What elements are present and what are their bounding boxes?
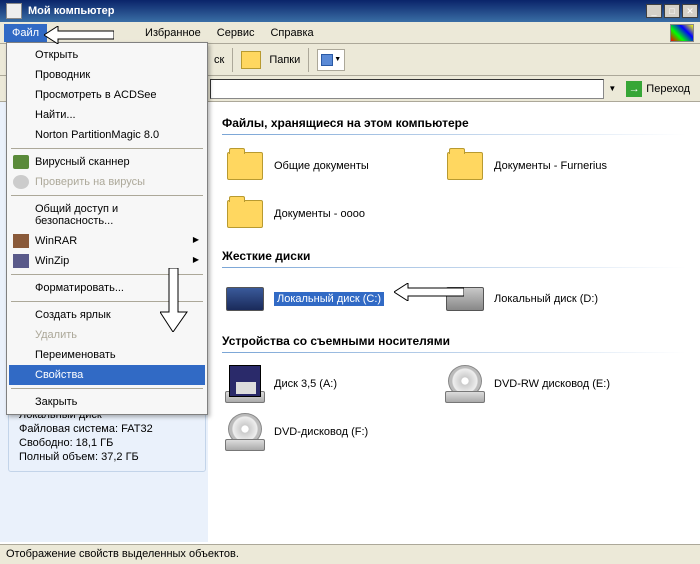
views-icon [321,54,333,66]
menu-rename[interactable]: Переименовать [9,345,205,365]
menu-virus-scanner[interactable]: Вирусный сканнер [9,152,205,172]
menu-find[interactable]: Найти... [9,105,205,125]
menu-sharing[interactable]: Общий доступ и безопасность... [9,199,205,231]
menu-create-shortcut[interactable]: Создать ярлык [9,305,205,325]
hdd-icon [446,287,484,311]
menu-winzip[interactable]: WinZip [9,251,205,271]
menu-help[interactable]: Справка [262,24,321,42]
shield-icon [13,155,29,169]
toolbar-folders[interactable]: Папки [269,54,300,66]
menu-separator [11,195,203,196]
item-documents-furnerius[interactable]: Документы - Furnerius [442,145,652,187]
menu-close[interactable]: Закрыть [9,392,205,412]
menu-properties[interactable]: Свойства [9,365,205,385]
menu-separator [11,274,203,275]
details-filesystem: Файловая система: FAT32 [19,423,195,435]
group-header-hdd: Жесткие диски [222,249,686,263]
menu-explorer[interactable]: Проводник [9,65,205,85]
hdd-icon [226,287,264,311]
toolbar-separator [232,48,233,72]
menu-delete: Удалить [9,325,205,345]
address-input[interactable] [210,79,604,99]
toolbar-search-partial[interactable]: ск [214,54,224,66]
title-bar: Мой компьютер _ □ ✕ [0,0,700,22]
folder-icon [227,200,263,228]
item-label: Документы - oooo [274,208,365,220]
menu-norton-pm[interactable]: Norton PartitionMagic 8.0 [9,125,205,145]
window-title: Мой компьютер [26,5,646,17]
menu-winrar[interactable]: WinRAR [9,231,205,251]
folder-icon [227,152,263,180]
chevron-down-icon: ▼ [334,56,341,63]
menu-acdsee[interactable]: Просмотреть в ACDSee [9,85,205,105]
details-total-size: Полный объем: 37,2 ГБ [19,451,195,463]
minimize-button[interactable]: _ [646,4,662,18]
item-documents-oooo[interactable]: Документы - oooo [222,193,432,235]
group-header-removable: Устройства со съемными носителями [222,334,686,348]
windows-logo-icon [670,24,694,42]
item-label: Документы - Furnerius [494,160,607,172]
status-text: Отображение свойств выделенных объектов. [6,548,239,560]
address-dropdown-icon[interactable]: ▼ [608,84,616,93]
toolbar-separator [308,48,309,72]
floppy-icon [229,365,261,397]
go-button[interactable]: → Переход [620,79,696,99]
item-label: DVD-RW дисковод (E:) [494,378,610,390]
item-local-disk-d[interactable]: Локальный диск (D:) [442,278,652,320]
item-label: DVD-дисковод (F:) [274,426,368,438]
menu-bar: Файл Избранное Сервис Справка [0,22,700,44]
item-label: Локальный диск (C:) [274,292,384,306]
menu-service[interactable]: Сервис [209,24,263,42]
status-bar: Отображение свойств выделенных объектов. [0,544,700,564]
item-shared-documents[interactable]: Общие документы [222,145,432,187]
magnifier-icon [13,175,29,189]
views-button[interactable]: ▼ [317,49,345,71]
main-panel: Файлы, хранящиеся на этом компьютере Общ… [208,102,700,542]
item-dvdrw-e[interactable]: DVD-RW дисковод (E:) [442,363,652,405]
item-label: Локальный диск (D:) [494,293,598,305]
menu-format[interactable]: Форматировать... [9,278,205,298]
item-label: Диск 3,5 (A:) [274,378,337,390]
menu-file[interactable]: Файл [4,24,47,42]
menu-favorites[interactable]: Избранное [137,24,209,42]
item-label: Общие документы [274,160,369,172]
menu-open[interactable]: Открыть [9,45,205,65]
file-menu-dropdown: Открыть Проводник Просмотреть в ACDSee Н… [6,42,208,415]
menu-check-viruses: Проверить на вирусы [9,172,205,192]
go-arrow-icon: → [626,81,642,97]
folders-icon[interactable] [241,51,261,69]
menu-separator [11,148,203,149]
details-free-space: Свободно: 18,1 ГБ [19,437,195,449]
item-dvd-f[interactable]: DVD-дисковод (F:) [222,411,432,453]
group-divider [222,352,686,353]
winrar-icon [13,234,29,248]
item-floppy-a[interactable]: Диск 3,5 (A:) [222,363,432,405]
go-label: Переход [646,83,690,95]
item-local-disk-c[interactable]: Локальный диск (C:) [222,278,432,320]
maximize-button[interactable]: □ [664,4,680,18]
group-header-files: Файлы, хранящиеся на этом компьютере [222,116,686,130]
computer-icon [6,3,22,19]
folder-icon [447,152,483,180]
menu-separator [11,388,203,389]
winzip-icon [13,254,29,268]
close-button[interactable]: ✕ [682,4,698,18]
group-divider [222,267,686,268]
menu-separator [11,301,203,302]
group-divider [222,134,686,135]
